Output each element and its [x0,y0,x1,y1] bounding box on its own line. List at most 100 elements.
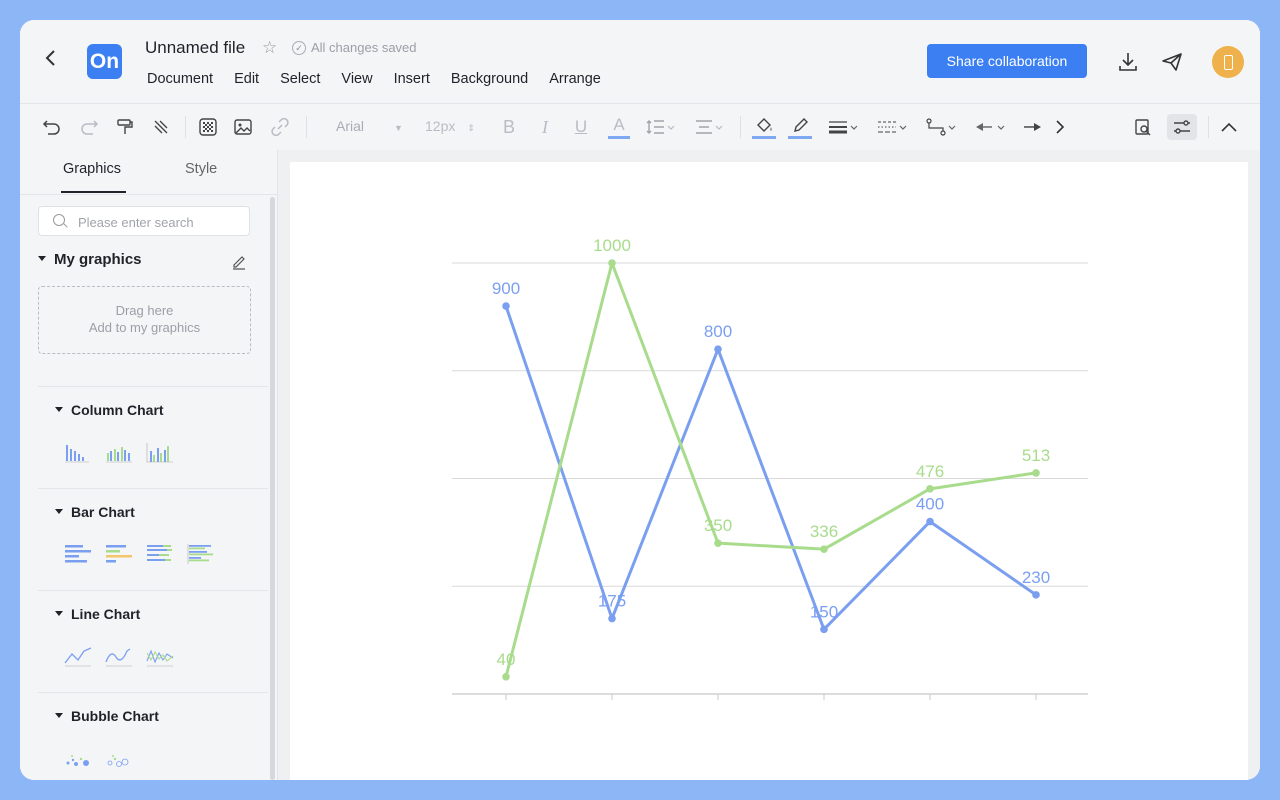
menu-edit[interactable]: Edit [234,71,259,87]
share-collaboration-button[interactable]: Share collaboration [927,44,1087,78]
underline-icon[interactable]: U [570,114,592,140]
app-window: On Unnamed file ☆ ✓ All changes saved Do… [20,20,1260,780]
star-icon[interactable]: ☆ [262,38,277,58]
document-title[interactable]: Unnamed file [145,38,245,58]
sidebar: Graphics Style My graphics Drag here Add… [20,150,278,780]
menu-document[interactable]: Document [147,71,213,87]
align-icon[interactable] [692,114,726,140]
format-painter-icon[interactable] [113,114,137,140]
canvas-area: 900 175 800 150 400 230 40 1000 350 336 476 513 [278,150,1260,780]
data-point [926,517,934,526]
menu-view[interactable]: View [341,71,372,87]
menu-select[interactable]: Select [280,71,320,87]
link-icon[interactable] [268,114,292,140]
section-bar-chart: Bar Chart [38,488,268,590]
collapse-toolbar-icon[interactable] [1218,114,1240,140]
caret-down-icon [55,508,63,514]
toolbar: Arial ▼ 12px ⇕ B I U A [20,103,1260,151]
menu-background[interactable]: Background [451,71,528,87]
my-graphics-header[interactable]: My graphics [38,251,253,268]
series-line-2 [504,261,1037,678]
line-chart-thumb-3[interactable] [146,645,174,667]
series-line-1 [504,305,1037,631]
data-label: 175 [598,592,626,611]
texture-icon[interactable] [196,114,220,140]
arrow-start-icon[interactable] [973,114,1007,140]
data-point [820,545,828,553]
bubble-chart-thumb-2[interactable] [105,747,133,769]
section-title: Line Chart [71,606,141,622]
save-status-text: All changes saved [311,40,417,55]
section-title: Bubble Chart [71,708,159,724]
find-replace-icon[interactable] [1131,114,1155,140]
back-icon[interactable] [44,48,64,72]
graphics-dropzone[interactable]: Drag here Add to my graphics [38,286,251,354]
arrow-end-icon[interactable] [1021,114,1045,140]
sidebar-tabs: Graphics Style [20,150,277,195]
line-weight-icon[interactable] [826,114,860,140]
tab-style[interactable]: Style [185,161,217,177]
bar-chart-thumb-2[interactable] [105,543,133,565]
connector-icon[interactable] [924,114,958,140]
send-icon[interactable] [1160,50,1184,74]
data-label: 40 [497,650,516,669]
section-title: Column Chart [71,402,164,418]
redo-icon[interactable] [77,114,101,140]
tab-graphics[interactable]: Graphics [63,161,121,177]
data-point [502,672,510,681]
data-point [820,625,828,634]
line-chart-thumb-1[interactable] [64,645,92,667]
bold-icon[interactable]: B [498,114,520,140]
avatar[interactable] [1212,46,1244,78]
download-icon[interactable] [1116,50,1140,74]
stepper-icon: ⇕ [467,123,475,133]
menu-arrange[interactable]: Arrange [549,71,601,87]
line-style-icon[interactable] [875,114,909,140]
undo-icon[interactable] [40,114,64,140]
search-input[interactable] [76,211,245,233]
section-header[interactable]: Column Chart [55,402,164,418]
save-status: ✓ All changes saved [292,40,417,55]
bar-chart-thumb-4[interactable] [187,543,215,565]
data-point [608,259,616,267]
section-header[interactable]: Line Chart [55,606,140,622]
settings-sliders-icon[interactable] [1167,114,1197,140]
italic-icon[interactable]: I [534,114,556,140]
fill-color-icon[interactable] [752,114,776,139]
thumbnail-row [64,543,215,565]
bar-chart-thumb-3[interactable] [146,543,174,565]
line-chart-thumb-2[interactable] [105,645,133,667]
sidebar-scrollbar[interactable] [270,197,275,780]
data-label: 230 [1022,568,1050,587]
section-header[interactable]: Bar Chart [55,504,135,520]
column-chart-thumb-1[interactable] [64,441,92,463]
line-chart[interactable]: 900 175 800 150 400 230 40 1000 350 336 476 513 [290,162,1248,780]
font-family-select[interactable]: Arial ▼ [336,118,403,134]
dropzone-line-2: Add to my graphics [88,320,201,335]
line-spacing-icon[interactable] [644,114,678,140]
clear-format-icon[interactable] [149,114,173,140]
section-header[interactable]: Bubble Chart [55,708,159,724]
section-title: Bar Chart [71,504,135,520]
chevron-right-icon[interactable] [1050,114,1070,140]
data-label: 150 [810,602,838,621]
caret-down-icon [55,712,63,718]
canvas-page[interactable]: 900 175 800 150 400 230 40 1000 350 336 476 513 [290,162,1248,780]
data-label: 513 [1022,446,1050,465]
bubble-chart-thumb-1[interactable] [64,747,92,769]
section-column-chart: Column Chart [38,386,268,488]
column-chart-thumb-3[interactable] [146,441,174,463]
line-color-icon[interactable] [788,114,812,139]
app-logo[interactable]: On [87,44,122,79]
menu-insert[interactable]: Insert [394,71,430,87]
font-color-icon[interactable]: A [608,114,630,139]
thumbnail-row [64,441,174,463]
image-icon[interactable] [231,114,255,140]
dropzone-line-1: Drag here [115,303,174,318]
font-size-select[interactable]: 12px ⇕ [425,118,475,134]
bar-chart-thumb-1[interactable] [64,543,92,565]
menu-bar: Document Edit Select View Insert Backgro… [147,71,601,87]
column-chart-thumb-2[interactable] [105,441,133,463]
edit-icon[interactable] [231,254,247,275]
data-label: 336 [810,522,838,541]
